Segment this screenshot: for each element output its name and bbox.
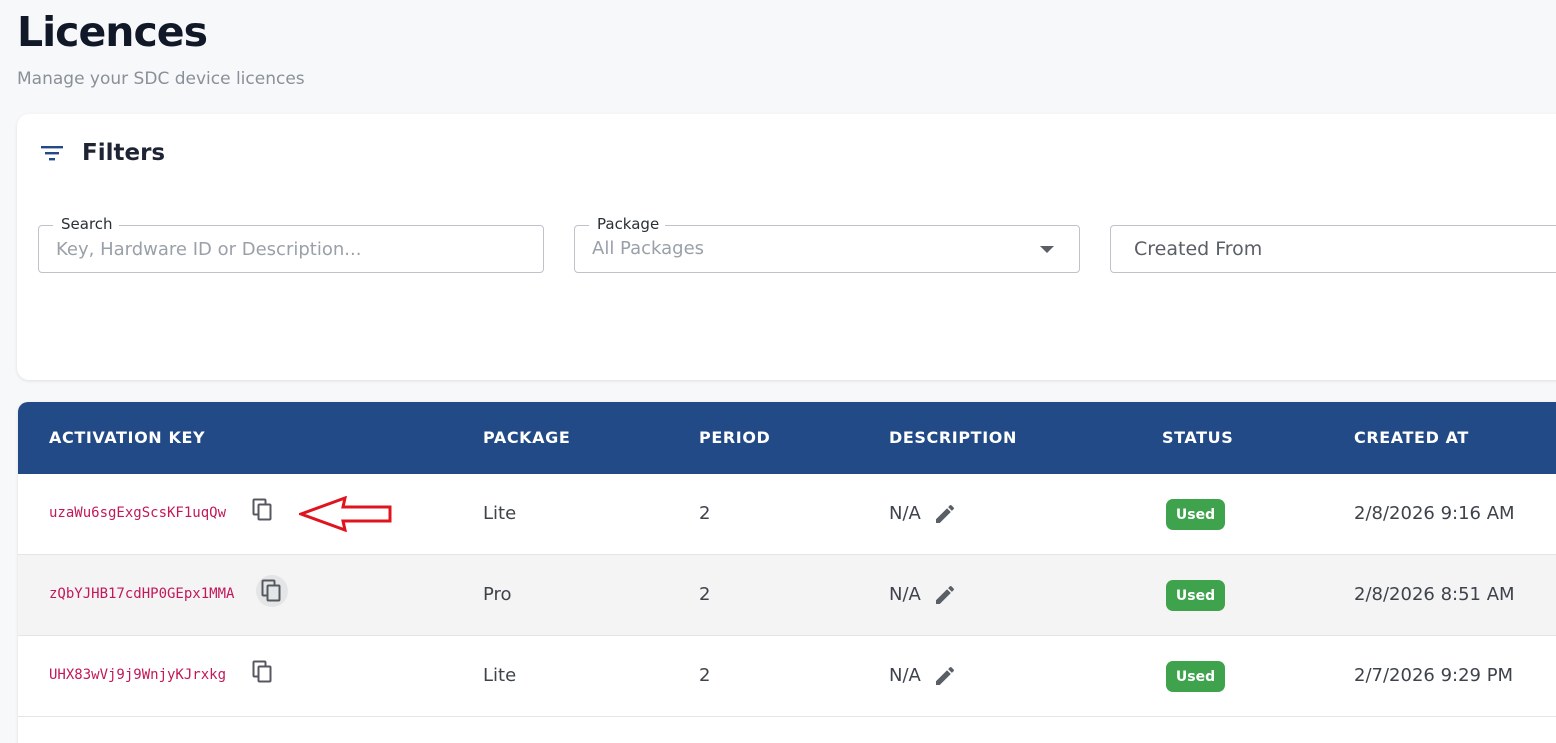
table-row: uzaWu6sgExgScsKF1uqQw Lite 2 N/A Used 2/… bbox=[18, 474, 1556, 555]
page-title: Licences bbox=[17, 8, 208, 56]
created-at-cell: 2/7/2026 9:29 PM bbox=[1354, 665, 1514, 686]
filters-title: Filters bbox=[82, 140, 166, 166]
created-at-cell: 2/8/2026 9:16 AM bbox=[1354, 503, 1515, 524]
column-header-period: PERIOD bbox=[699, 428, 771, 447]
search-field[interactable]: Search bbox=[38, 215, 544, 273]
package-select-value: All Packages bbox=[592, 238, 705, 259]
package-select[interactable]: Package All Packages bbox=[574, 215, 1080, 273]
copy-key-button[interactable] bbox=[256, 575, 288, 607]
copy-icon bbox=[252, 498, 272, 521]
created-from-field[interactable]: Created From bbox=[1110, 225, 1556, 273]
pencil-icon[interactable] bbox=[933, 664, 957, 688]
description-cell: N/A bbox=[889, 584, 921, 605]
created-from-label: Created From bbox=[1134, 238, 1263, 260]
description-cell: N/A bbox=[889, 665, 921, 686]
package-label: Package bbox=[589, 215, 666, 233]
table-row: zQbYJHB17cdHP0GEpx1MMA Pro 2 N/A Used 2/… bbox=[18, 555, 1556, 636]
column-header-package: PACKAGE bbox=[483, 428, 571, 447]
pencil-icon[interactable] bbox=[933, 583, 957, 607]
period-cell: 2 bbox=[699, 665, 711, 686]
copy-icon bbox=[261, 579, 281, 602]
package-cell: Lite bbox=[483, 503, 517, 524]
status-badge: Used bbox=[1166, 580, 1225, 611]
copy-icon bbox=[252, 660, 272, 683]
column-header-activation-key: ACTIVATION KEY bbox=[49, 428, 206, 447]
column-header-status: STATUS bbox=[1162, 428, 1234, 447]
page-subtitle: Manage your SDC device licences bbox=[17, 69, 305, 89]
pencil-icon[interactable] bbox=[933, 502, 957, 526]
copy-key-button[interactable] bbox=[247, 494, 279, 526]
column-header-description: DESCRIPTION bbox=[889, 428, 1017, 447]
column-header-created-at: CREATED AT bbox=[1354, 428, 1469, 447]
period-cell: 2 bbox=[699, 584, 711, 605]
table-header: ACTIVATION KEY PACKAGE PERIOD DESCRIPTIO… bbox=[18, 402, 1556, 474]
filter-lines-icon bbox=[41, 146, 63, 161]
search-input[interactable] bbox=[39, 226, 543, 272]
filters-header: Filters bbox=[39, 140, 165, 166]
status-badge: Used bbox=[1166, 661, 1225, 692]
activation-key: zQbYJHB17cdHP0GEpx1MMA bbox=[49, 586, 235, 602]
activation-key: UHX83wVj9j9WnjyKJrxkg bbox=[49, 667, 227, 683]
status-badge: Used bbox=[1166, 499, 1225, 530]
created-at-cell: 2/8/2026 8:51 AM bbox=[1354, 584, 1515, 605]
period-cell: 2 bbox=[699, 503, 711, 524]
table-row: UHX83wVj9j9WnjyKJrxkg Lite 2 N/A Used 2/… bbox=[18, 636, 1556, 717]
red-arrow-annotation bbox=[299, 496, 392, 532]
licences-page: Licences Manage your SDC device licences… bbox=[0, 0, 1556, 743]
caret-down-icon[interactable] bbox=[1040, 246, 1054, 253]
copy-key-button[interactable] bbox=[247, 656, 279, 688]
activation-key: uzaWu6sgExgScsKF1uqQw bbox=[49, 505, 227, 521]
package-cell: Lite bbox=[483, 665, 517, 686]
licences-table: ACTIVATION KEY PACKAGE PERIOD DESCRIPTIO… bbox=[18, 402, 1556, 743]
package-cell: Pro bbox=[483, 584, 512, 605]
description-cell: N/A bbox=[889, 503, 921, 524]
filters-card: Filters Search Package All Packages Crea… bbox=[17, 114, 1556, 380]
